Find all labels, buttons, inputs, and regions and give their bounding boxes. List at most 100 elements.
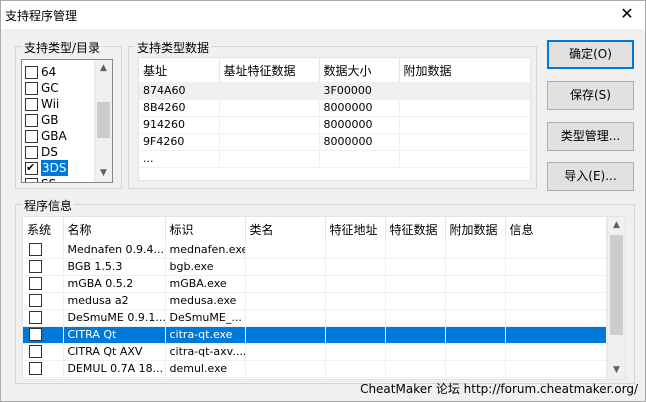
save-button[interactable]: 保存(S): [547, 81, 634, 110]
type-data-cell: 8000000: [319, 133, 400, 151]
type-list-item[interactable]: GBA: [25, 128, 95, 144]
type-list-item[interactable]: Wii: [25, 96, 95, 112]
type-checkbox[interactable]: [25, 145, 38, 159]
program-checkbox[interactable]: [29, 362, 42, 376]
type-data-column-header[interactable]: 附加数据: [399, 58, 530, 82]
program-column-header[interactable]: 信息: [505, 217, 607, 241]
program-column-header[interactable]: 特征数据: [385, 217, 446, 241]
program-empty-cell: [505, 326, 607, 344]
type-checkbox[interactable]: [25, 160, 38, 176]
program-row[interactable]: mGBA 0.5.2 mGBA.exe: [23, 275, 607, 293]
type-data-cell: 8B4260: [139, 99, 220, 117]
type-data-column-header[interactable]: 基址: [139, 58, 220, 82]
type-manage-button[interactable]: 类型管理...: [547, 122, 634, 151]
type-data-cell: [219, 133, 320, 151]
program-table[interactable]: 系统 名称 标识 类名 特征地址 特征数据 附加数据 信息 Mednafen 0.9.4...…: [22, 216, 626, 380]
type-label: GBA: [41, 129, 67, 143]
title-bar: 支持程序管理 ✕: [1, 1, 645, 29]
program-row[interactable]: medusa a2 medusa.exe: [23, 292, 607, 310]
program-empty-cell: [505, 309, 607, 327]
program-system-cell: [23, 309, 64, 327]
program-column-header[interactable]: 类名: [245, 217, 326, 241]
type-label: Wii: [41, 97, 60, 111]
program-group-label: 程序信息: [22, 197, 75, 214]
type-data-row[interactable]: 9F4260 8000000: [139, 133, 530, 151]
scroll-up-icon[interactable]: ▲: [95, 60, 112, 77]
program-row[interactable]: Mednafen 0.9.4... mednafen.exe: [23, 241, 607, 259]
scroll-down-icon[interactable]: ▼: [95, 165, 112, 182]
program-empty-cell: [325, 360, 386, 378]
dialog-window: 支持程序管理 ✕ 支持类型/目录 64 GC Wii GB GBA DS3DSSS ▲ ▼…: [0, 0, 646, 402]
program-row[interactable]: BGB 1.5.3 bgb.exe: [23, 258, 607, 276]
type-data-row[interactable]: ...: [139, 150, 530, 168]
program-empty-cell: [445, 292, 506, 310]
type-data-table[interactable]: 基址 基址特征数据 数据大小 附加数据 874A60 3F00000 8B4260 8000…: [138, 57, 531, 181]
type-data-row[interactable]: 874A60 3F00000: [139, 82, 530, 100]
import-button[interactable]: 导入(E)...: [547, 162, 634, 191]
program-empty-cell: [385, 292, 446, 310]
program-scroll-up-icon[interactable]: ▲: [608, 217, 625, 234]
program-name-cell: DEMUL 0.7A 18...: [63, 360, 166, 378]
program-empty-cell: [505, 258, 607, 276]
type-label: 3DS: [41, 160, 68, 176]
type-checkbox[interactable]: [25, 113, 38, 127]
program-scroll-thumb[interactable]: [610, 235, 623, 335]
type-label: 64: [41, 65, 57, 79]
type-data-row[interactable]: 8B4260 8000000: [139, 99, 530, 117]
type-list-item[interactable]: GB: [25, 112, 95, 128]
program-empty-cell: [325, 275, 386, 293]
program-scroll-down-icon[interactable]: ▼: [608, 362, 625, 379]
type-data-column-header[interactable]: 数据大小: [319, 58, 400, 82]
type-list-item[interactable]: SS: [25, 176, 95, 182]
type-checkbox[interactable]: [25, 81, 38, 95]
forum-footer-text: CheatMaker 论坛 http://forum.cheatmaker.or…: [360, 382, 638, 396]
type-data-cell: [399, 133, 530, 151]
type-checkbox[interactable]: [25, 65, 38, 79]
program-system-cell: [23, 343, 64, 361]
program-row[interactable]: DeSmuME 0.9.1... DeSmuME_...: [23, 309, 607, 327]
program-row[interactable]: CITRA Qt AXV citra-qt-axv....: [23, 343, 607, 361]
type-checkbox[interactable]: [25, 97, 38, 111]
type-data-row[interactable]: 914260 8000000: [139, 116, 530, 134]
program-checkbox[interactable]: [29, 311, 42, 325]
type-data-cell: 8000000: [319, 116, 400, 134]
type-list-item[interactable]: DS: [25, 144, 95, 160]
close-icon[interactable]: ✕: [617, 4, 637, 24]
program-id-cell: bgb.exe: [165, 258, 246, 276]
types-group-label: 支持类型/目录: [22, 39, 103, 56]
type-data-cell: 3F00000: [319, 82, 400, 100]
program-checkbox[interactable]: [29, 328, 42, 342]
program-column-header[interactable]: 附加数据: [445, 217, 506, 241]
types-scrollbar[interactable]: ▲ ▼: [94, 60, 112, 182]
program-column-header[interactable]: 名称: [63, 217, 166, 241]
type-data-cell: 8000000: [319, 99, 400, 117]
program-scrollbar[interactable]: ▲ ▼: [607, 217, 625, 379]
program-checkbox[interactable]: [29, 277, 42, 291]
program-system-cell: [23, 258, 64, 276]
type-data-cell: 914260: [139, 116, 220, 134]
type-checkbox[interactable]: [25, 129, 38, 143]
type-list-item[interactable]: 64: [25, 64, 95, 80]
program-empty-cell: [325, 241, 386, 259]
types-listbox[interactable]: 64 GC Wii GB GBA DS3DSSS ▲ ▼: [21, 59, 113, 183]
program-column-header[interactable]: 标识: [165, 217, 246, 241]
program-checkbox[interactable]: [29, 294, 42, 308]
program-column-header[interactable]: 特征地址: [325, 217, 386, 241]
type-list-item[interactable]: 3DS: [25, 160, 95, 176]
program-row[interactable]: DEMUL 0.7A 18... demul.exe: [23, 360, 607, 378]
scroll-thumb[interactable]: [97, 102, 110, 138]
type-checkbox[interactable]: [25, 177, 38, 182]
ok-button[interactable]: 确定(O): [547, 40, 634, 69]
program-checkbox[interactable]: [29, 243, 42, 256]
type-data-column-header[interactable]: 基址特征数据: [219, 58, 320, 82]
program-empty-cell: [445, 309, 506, 327]
program-checkbox[interactable]: [29, 345, 42, 359]
program-column-header[interactable]: 系统: [23, 217, 64, 241]
program-name-cell: DeSmuME 0.9.1...: [63, 309, 166, 327]
window-title: 支持程序管理: [5, 9, 78, 23]
program-checkbox[interactable]: [29, 260, 42, 274]
program-row[interactable]: CITRA Qt citra-qt.exe: [23, 326, 607, 344]
program-id-cell: mGBA.exe: [165, 275, 246, 293]
program-id-cell: DeSmuME_...: [165, 309, 246, 327]
type-list-item[interactable]: GC: [25, 80, 95, 96]
